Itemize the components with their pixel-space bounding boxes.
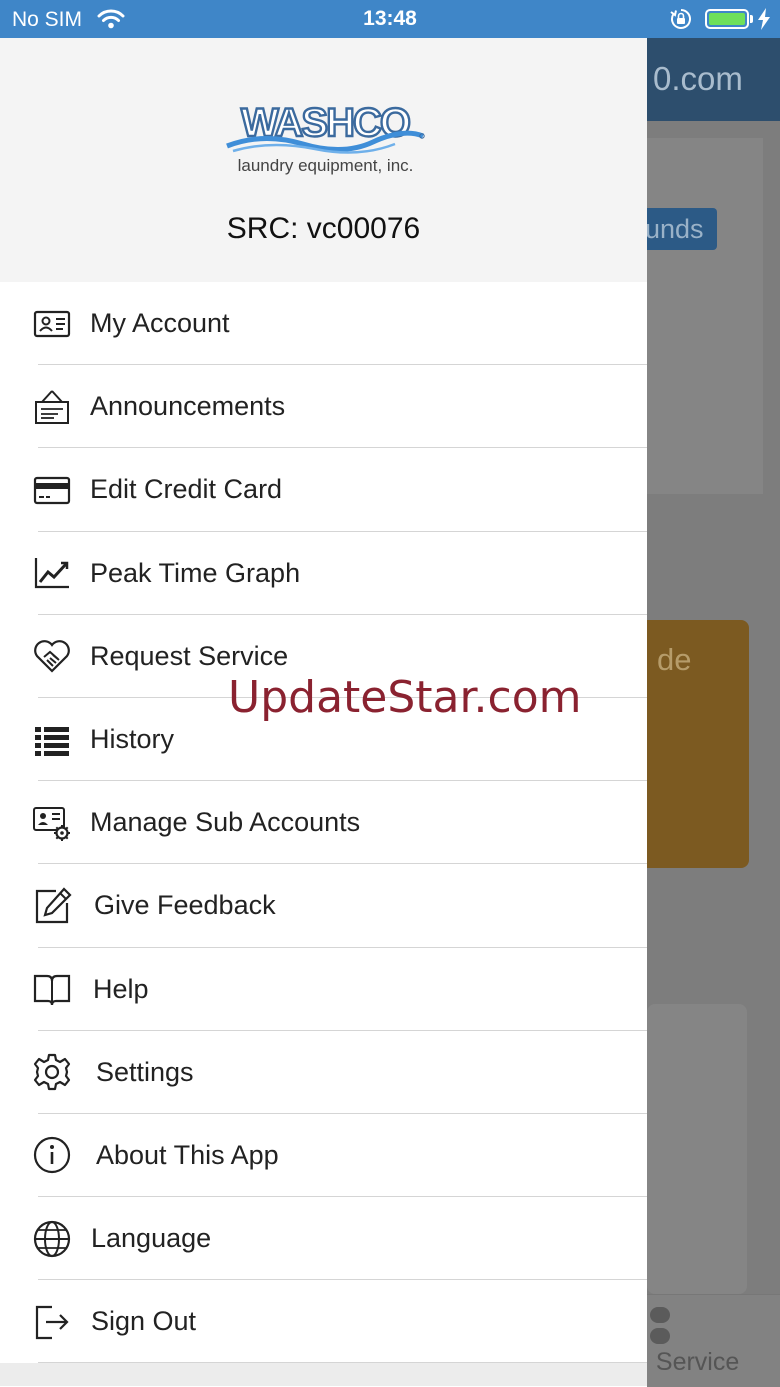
sign-out-icon [32, 1302, 72, 1342]
announcement-sign-icon [32, 387, 72, 427]
background-app-overlay[interactable]: 0.com unds de : Service [647, 38, 780, 1387]
user-settings-icon [32, 803, 72, 843]
info-icon [32, 1135, 72, 1175]
id-card-icon [32, 304, 72, 344]
background-balance-card [647, 138, 763, 494]
menu-item-label: Edit Credit Card [90, 474, 283, 505]
handshake-heart-icon [32, 636, 72, 676]
edit-pencil-icon [32, 886, 72, 926]
drawer-menu: My Account Announcements Edit Credit Car… [0, 282, 647, 1364]
globe-icon [32, 1219, 72, 1259]
menu-item-label: Peak Time Graph [90, 557, 301, 588]
clock: 13:48 [363, 7, 417, 30]
menu-item-label: Settings [96, 1056, 194, 1087]
background-promo-text: de [657, 642, 692, 677]
gear-icon [32, 1052, 72, 1092]
charging-bolt-icon [757, 8, 771, 35]
logo-tagline: laundry equipment, inc. [237, 156, 414, 175]
menu-item-label: Give Feedback [94, 890, 276, 921]
menu-item-manage-sub-accounts[interactable]: Manage Sub Accounts [0, 781, 647, 865]
battery-level [709, 13, 745, 25]
menu-item-help[interactable]: Help [0, 948, 647, 1031]
service-tab-icon [650, 1307, 670, 1347]
menu-item-label: Sign Out [91, 1306, 197, 1337]
menu-item-label: Manage Sub Accounts [90, 807, 361, 838]
menu-item-label: About This App [96, 1139, 279, 1170]
battery-cap [750, 15, 753, 23]
add-funds-button: unds [647, 208, 717, 250]
menu-item-label: Language [91, 1223, 212, 1254]
watermark: UpdateStar.com [228, 672, 582, 723]
rotation-lock-icon [670, 8, 692, 35]
list-icon [32, 720, 72, 760]
credit-card-icon [32, 470, 72, 510]
drawer-footer [0, 1363, 647, 1387]
book-icon [32, 969, 72, 1009]
service-tab-label: : Service [647, 1348, 740, 1376]
menu-item-my-account[interactable]: My Account [0, 282, 647, 366]
menu-item-sign-out[interactable]: Sign Out [0, 1280, 647, 1364]
src-code-label: SRC: vc00076 [226, 212, 421, 245]
menu-item-label: History [90, 724, 175, 755]
background-header: 0.com [647, 38, 780, 121]
menu-item-edit-credit-card[interactable]: Edit Credit Card [0, 448, 647, 532]
background-tab-bar: : Service [647, 1294, 780, 1387]
status-bar: No SIM 13:48 [0, 0, 780, 38]
line-chart-icon [32, 553, 72, 593]
menu-item-about-this-app[interactable]: About This App [0, 1114, 647, 1198]
menu-item-label: Request Service [90, 640, 289, 671]
menu-item-give-feedback[interactable]: Give Feedback [0, 864, 647, 948]
menu-item-label: Help [93, 973, 149, 1004]
menu-item-label: My Account [90, 308, 230, 339]
battery-icon [705, 9, 749, 29]
background-header-text: 0.com [653, 60, 743, 97]
menu-item-label: Announcements [90, 391, 286, 422]
menu-item-language[interactable]: Language [0, 1197, 647, 1281]
menu-item-settings[interactable]: Settings [0, 1031, 647, 1115]
background-info-card [647, 1004, 747, 1294]
menu-item-peak-time-graph[interactable]: Peak Time Graph [0, 532, 647, 615]
drawer-header: WASHCO laundry equipment, inc. SRC: vc00… [0, 38, 647, 282]
menu-item-announcements[interactable]: Announcements [0, 365, 647, 449]
